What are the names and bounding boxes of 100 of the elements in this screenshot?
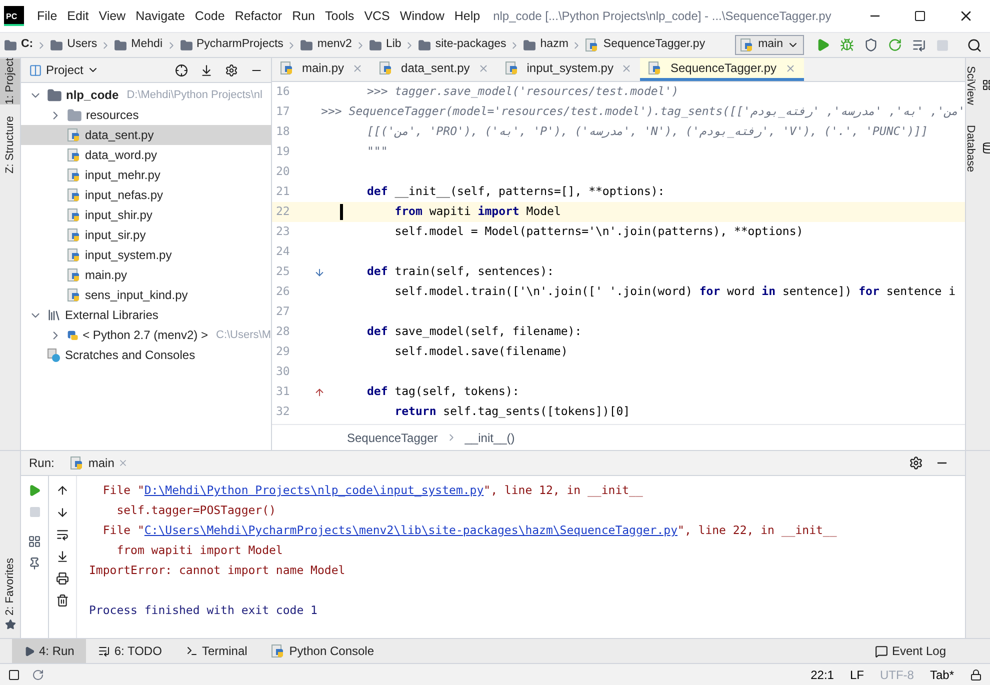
tree-item[interactable]: data_word.py: [21, 145, 271, 165]
python-icon: [70, 456, 84, 470]
run-tab[interactable]: main: [62, 454, 136, 472]
tree-item[interactable]: input_nefas.py: [21, 185, 271, 205]
folder-icon: [300, 38, 314, 52]
line-number: 28: [275, 323, 291, 340]
line-number: 30: [275, 363, 291, 380]
code-line: from wapiti import Model: [394, 203, 561, 220]
tree-item[interactable]: Scratches and Consoles: [21, 345, 271, 365]
breadcrumb-item[interactable]: menv2: [317, 36, 352, 54]
line-number: 25: [275, 263, 291, 280]
breadcrumb-item[interactable]: PycharmProjects: [196, 36, 284, 54]
menu-item[interactable]: Navigate: [130, 6, 190, 26]
line-number: 24: [275, 243, 291, 260]
down-icon[interactable]: [56, 506, 69, 519]
up-icon[interactable]: [56, 484, 69, 497]
speech-bubble-icon: [874, 644, 888, 658]
menu-item[interactable]: Tools: [320, 6, 360, 26]
path-hint: D:\Mehdi\Python Projects\nl: [126, 88, 262, 103]
tree-item[interactable]: input_shir.py: [21, 205, 271, 225]
settings-icon[interactable]: [225, 64, 238, 76]
menu-item[interactable]: View: [94, 6, 131, 26]
tool-window-tab[interactable]: Database: [962, 124, 990, 172]
path-hint: C:\Users\M: [216, 328, 271, 343]
tree-item[interactable]: input_system.py: [21, 245, 271, 265]
python-file-icon: [67, 268, 81, 282]
file-link[interactable]: D:\Mehdi\Python Projects\nlp_code\input_system.py: [144, 483, 484, 497]
app-logo: PC: [4, 6, 24, 26]
code-line: [[('من', 'PRO'), ('به', 'P'), ('مدرسه', 'N'), ('رفته_بودم', 'V'), ('.', 'PUNC')]]: [367, 123, 928, 140]
menu-item[interactable]: Code: [190, 6, 230, 26]
trash-icon[interactable]: [56, 594, 69, 607]
tree-item[interactable]: input_sir.py: [21, 225, 271, 245]
python-file-icon: [67, 168, 81, 182]
settings-icon[interactable]: [909, 456, 923, 470]
maximize-icon[interactable]: [914, 10, 926, 22]
run-config-dropdown[interactable]: main: [735, 35, 804, 55]
tool-window-tab[interactable]: SciView: [962, 66, 990, 105]
breadcrumb-item[interactable]: Users: [67, 36, 98, 54]
status-item[interactable]: LF: [850, 666, 864, 684]
tool-window-tab[interactable]: 1: Project: [0, 58, 20, 104]
editor-tab[interactable]: data_sent.py: [371, 58, 497, 81]
folder-icon: [418, 38, 432, 52]
tool-tab[interactable]: Python Console: [259, 639, 386, 663]
arrow-down-icon[interactable]: [314, 266, 325, 278]
breadcrumb-item[interactable]: SequenceTagger.py: [603, 36, 706, 54]
menu-item[interactable]: Help: [449, 6, 486, 26]
python-file-icon: [67, 288, 81, 302]
menu-item[interactable]: Edit: [62, 6, 94, 26]
breadcrumb-item[interactable]: site-packages: [435, 36, 506, 54]
lock-icon[interactable]: [970, 668, 982, 680]
menu-item[interactable]: VCS: [359, 6, 395, 26]
editor-tab[interactable]: SequenceTagger.py: [640, 58, 804, 81]
folder-icon: [47, 88, 62, 102]
star-icon[interactable]: [4, 619, 16, 630]
tool-window-tab[interactable]: Z: Structure: [0, 116, 20, 174]
menu-item[interactable]: Run: [287, 6, 320, 26]
tree-item[interactable]: main.py: [21, 265, 271, 285]
scratches-icon: [47, 348, 61, 362]
run-icon[interactable]: [816, 38, 830, 52]
status-item[interactable]: Tab*: [930, 666, 954, 684]
breadcrumb-item[interactable]: Mehdi: [131, 36, 162, 54]
tool-tab[interactable]: Terminal: [174, 639, 260, 663]
breadcrumb-item[interactable]: Lib: [386, 36, 402, 54]
editor-tab[interactable]: main.py: [272, 58, 372, 81]
status-item[interactable]: 22:1: [810, 666, 834, 684]
arrow-up-icon[interactable]: [314, 386, 325, 398]
panel-icon: [29, 64, 42, 76]
folder-icon: [368, 38, 382, 52]
structure-crumb[interactable]: SequenceTagger: [347, 428, 438, 446]
code-line: def save_model(self, filename):: [367, 323, 582, 340]
print-icon[interactable]: [56, 572, 69, 585]
code-line: >>> SequenceTagger(model='resources/test.model').tag_sents([['من', 'به', 'مدرسه', 'رفته_بودم': [321, 103, 965, 120]
menu-item[interactable]: Window: [394, 6, 450, 26]
search-icon[interactable]: [967, 38, 982, 52]
tree-label: input_mehr.py: [85, 167, 160, 184]
structure-crumb[interactable]: __init__(): [464, 428, 515, 446]
menu-item[interactable]: Refactor: [230, 6, 288, 26]
tool-tab[interactable]: 6: TODO: [86, 639, 174, 663]
breadcrumb-item[interactable]: C:: [21, 36, 34, 54]
rerun-icon[interactable]: [28, 484, 41, 497]
tool-tab[interactable]: 4: Run: [12, 639, 86, 663]
event-log-tab[interactable]: Event Log: [874, 642, 946, 660]
locate-icon[interactable]: [175, 64, 188, 76]
tree-item[interactable]: External Libraries: [21, 305, 271, 325]
menu-item[interactable]: File: [32, 6, 62, 26]
tree-item[interactable]: resources: [21, 105, 271, 125]
python-file-icon: [280, 61, 294, 75]
breadcrumb-item[interactable]: hazm: [540, 36, 568, 54]
tree-item[interactable]: < Python 2.7 (menv2) > C:\Users\M: [21, 325, 271, 345]
scroll-to-end-icon[interactable]: [56, 550, 69, 563]
tree-item[interactable]: sens_input_kind.py: [21, 285, 271, 305]
pin-icon[interactable]: [28, 557, 41, 570]
tree-item[interactable]: data_sent.py: [21, 125, 271, 145]
tree-item[interactable]: nlp_code D:\Mehdi\Python Projects\nl: [21, 85, 271, 105]
soft-wrap-icon[interactable]: [56, 528, 69, 541]
debug-icon[interactable]: [840, 38, 854, 52]
file-link[interactable]: C:\Users\Mehdi\PycharmProjects\menv2\lib\site-packages\hazm\SequenceTagger.py: [144, 523, 678, 537]
editor-tab[interactable]: input_system.py: [496, 58, 640, 81]
tree-item[interactable]: input_mehr.py: [21, 165, 271, 185]
layout-icon[interactable]: [28, 535, 41, 548]
